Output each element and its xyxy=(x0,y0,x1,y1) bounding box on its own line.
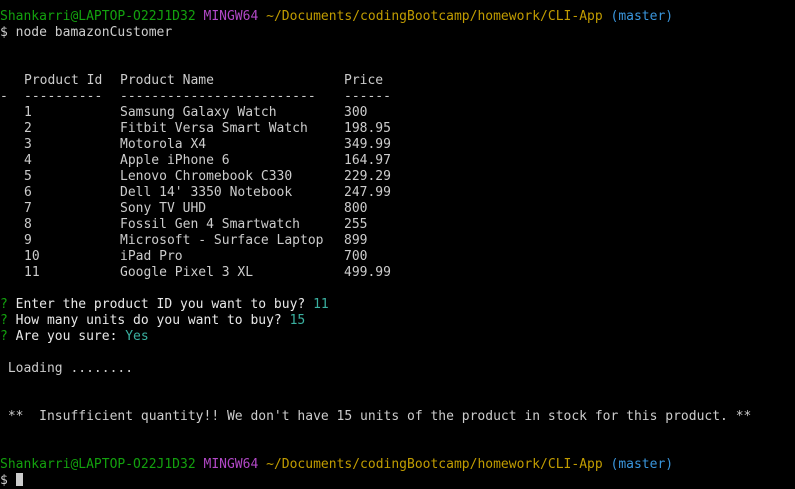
question-answer: Yes xyxy=(125,329,149,344)
loading-line: Loading ........ xyxy=(0,361,795,377)
table-header-row: Product Id Product Name Price xyxy=(0,73,795,89)
row-price: 349.99 xyxy=(344,137,391,152)
table-row: 3 Motorola X4 349.99 xyxy=(0,137,795,153)
prompt-path: ~/Documents/codingBootcamp/homework/CLI-… xyxy=(266,457,603,472)
prompt-user: Shankarri@LAPTOP-O22J1D32 xyxy=(0,457,196,472)
command-line: $ node bamazonCustomer xyxy=(0,25,795,41)
header-product-id: Product Id xyxy=(24,73,103,88)
row-id: 11 xyxy=(24,265,40,280)
header-product-name: Product Name xyxy=(120,73,214,88)
separator-name: ------------------------- xyxy=(120,89,316,104)
text-cursor xyxy=(15,473,23,486)
table-row: 7 Sony TV UHD 800 xyxy=(0,201,795,217)
row-price: 198.95 xyxy=(344,121,391,136)
prompt-symbol: $ xyxy=(0,473,8,488)
row-id: 4 xyxy=(24,153,32,168)
table-row: 4 Apple iPhone 6 164.97 xyxy=(0,153,795,169)
question-text: How many units do you want to buy? xyxy=(15,313,282,328)
prompt-line: Shankarri@LAPTOP-O22J1D32 MINGW64 ~/Docu… xyxy=(0,457,795,473)
row-name: Sony TV UHD xyxy=(120,201,207,216)
row-name: Apple iPhone 6 xyxy=(120,153,230,168)
error-message: ** Insufficient quantity!! We don't have… xyxy=(7,409,752,424)
row-name: Motorola X4 xyxy=(120,137,207,152)
row-id: 10 xyxy=(24,249,40,264)
prompt-branch: (master) xyxy=(610,457,674,472)
question-answer: 15 xyxy=(289,313,306,328)
table-row: 5 Lenovo Chromebook C330 229.29 xyxy=(0,169,795,185)
command-text: node bamazonCustomer xyxy=(15,25,173,40)
row-price: 800 xyxy=(344,201,368,216)
question-product-id: ? Enter the product ID you want to buy? … xyxy=(0,297,795,313)
error-line: ** Insufficient quantity!! We don't have… xyxy=(0,409,795,425)
row-name: Fossil Gen 4 Smartwatch xyxy=(120,217,301,232)
row-price: 229.29 xyxy=(344,169,391,184)
row-price: 899 xyxy=(344,233,368,248)
table-row: 9 Microsoft - Surface Laptop 899 xyxy=(0,233,795,249)
prompt-shell: MINGW64 xyxy=(203,457,259,472)
question-confirm: ? Are you sure: Yes xyxy=(0,329,795,345)
row-name: iPad Pro xyxy=(120,249,183,264)
separator-lead: - xyxy=(0,89,8,104)
row-price: 164.97 xyxy=(344,153,391,168)
row-id: 5 xyxy=(24,169,32,184)
terminal-window[interactable]: Shankarri@LAPTOP-O22J1D32 MINGW64 ~/Docu… xyxy=(0,0,795,489)
separator-id: ---------- xyxy=(24,89,103,104)
row-name: Google Pixel 3 XL xyxy=(120,265,254,280)
loading-text: Loading ........ xyxy=(7,361,134,376)
table-row: 1 Samsung Galaxy Watch 300 xyxy=(0,105,795,121)
row-id: 3 xyxy=(24,137,32,152)
table-row: 6 Dell 14' 3350 Notebook 247.99 xyxy=(0,185,795,201)
row-price: 499.99 xyxy=(344,265,391,280)
row-id: 1 xyxy=(24,105,32,120)
prompt-path: ~/Documents/codingBootcamp/homework/CLI-… xyxy=(266,9,603,24)
table-row: 2 Fitbit Versa Smart Watch 198.95 xyxy=(0,121,795,137)
prompt-line: Shankarri@LAPTOP-O22J1D32 MINGW64 ~/Docu… xyxy=(0,9,795,25)
row-price: 300 xyxy=(344,105,368,120)
command-line[interactable]: $ xyxy=(0,473,795,489)
table-separator-row: - ---------- ------------------------- -… xyxy=(0,89,795,105)
prompt-shell: MINGW64 xyxy=(203,9,259,24)
row-name: Samsung Galaxy Watch xyxy=(120,105,277,120)
prompt-branch: (master) xyxy=(610,9,674,24)
row-id: 9 xyxy=(24,233,32,248)
row-name: Fitbit Versa Smart Watch xyxy=(120,121,308,136)
table-row: 11 Google Pixel 3 XL 499.99 xyxy=(0,265,795,281)
table-row: 8 Fossil Gen 4 Smartwatch 255 xyxy=(0,217,795,233)
row-name: Dell 14' 3350 Notebook xyxy=(120,185,293,200)
row-id: 2 xyxy=(24,121,32,136)
row-id: 7 xyxy=(24,201,32,216)
table-row: 10 iPad Pro 700 xyxy=(0,249,795,265)
question-mark: ? xyxy=(0,297,8,312)
row-id: 8 xyxy=(24,217,32,232)
question-mark: ? xyxy=(0,329,8,344)
question-text: Enter the product ID you want to buy? xyxy=(15,297,306,312)
row-price: 700 xyxy=(344,249,368,264)
row-price: 247.99 xyxy=(344,185,391,200)
question-text: Are you sure: xyxy=(15,329,118,344)
row-name: Lenovo Chromebook C330 xyxy=(120,169,293,184)
separator-price: ------ xyxy=(344,89,391,104)
question-answer: 11 xyxy=(313,297,329,312)
header-price: Price xyxy=(344,73,384,88)
prompt-user: Shankarri@LAPTOP-O22J1D32 xyxy=(0,9,196,24)
prompt-symbol: $ xyxy=(0,25,8,40)
question-mark: ? xyxy=(0,313,8,328)
question-units: ? How many units do you want to buy? 15 xyxy=(0,313,795,329)
row-name: Microsoft - Surface Laptop xyxy=(120,233,324,248)
row-price: 255 xyxy=(344,217,368,232)
row-id: 6 xyxy=(24,185,32,200)
